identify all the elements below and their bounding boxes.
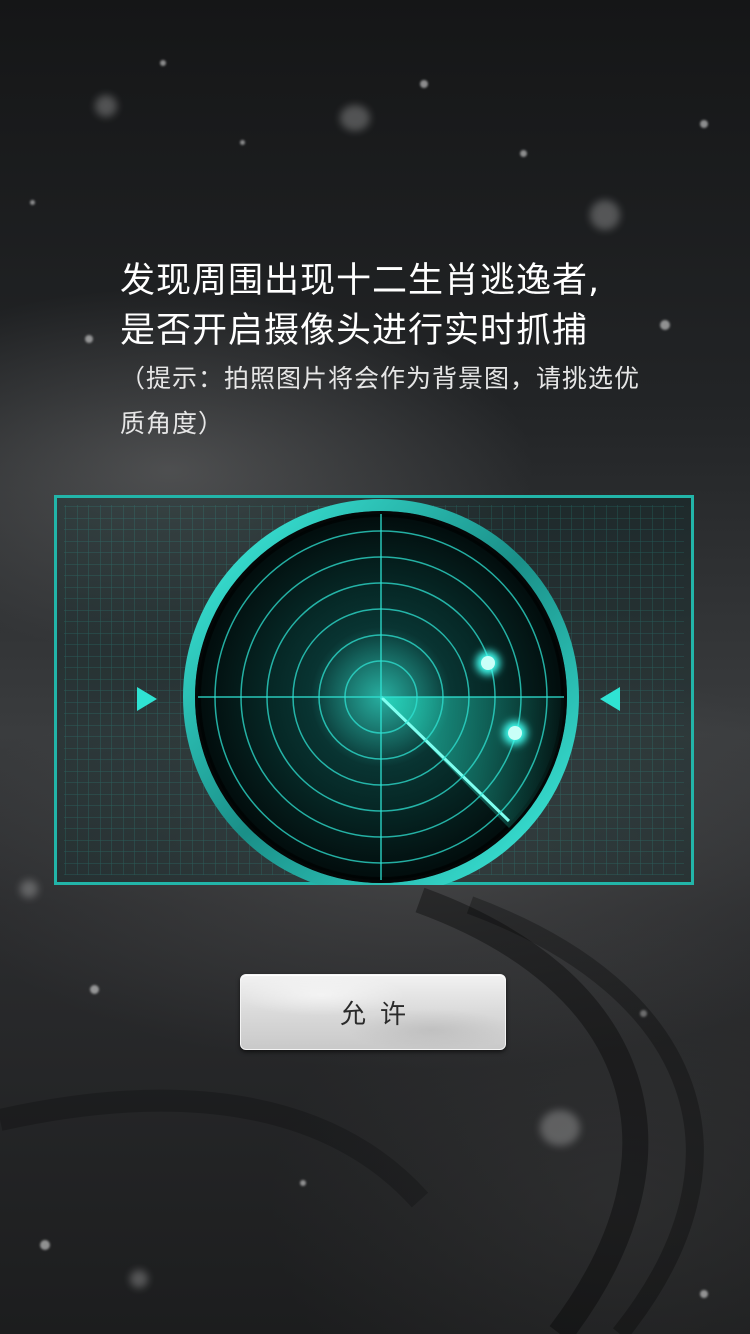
permission-screen: 发现周围出现十二生肖逃逸者, 是否开启摄像头进行实时抓捕 （提示：拍照图片将会作… bbox=[0, 0, 750, 1334]
prompt-line-2: 是否开启摄像头进行实时抓捕 bbox=[120, 311, 589, 351]
radar-target-dot bbox=[503, 721, 527, 745]
allow-button[interactable]: 允许 bbox=[240, 974, 506, 1050]
radar-target-dot bbox=[476, 651, 500, 675]
prompt-line-1: 发现周围出现十二生肖逃逸者, bbox=[120, 261, 601, 301]
allow-button-label: 允许 bbox=[339, 999, 420, 1030]
prompt-title: 发现周围出现十二生肖逃逸者, 是否开启摄像头进行实时抓捕 bbox=[120, 256, 680, 356]
radar-illustration bbox=[54, 495, 694, 895]
radar-icon bbox=[54, 495, 694, 895]
prompt-hint: （提示：拍照图片将会作为背景图，请挑选优质角度） bbox=[120, 364, 641, 438]
